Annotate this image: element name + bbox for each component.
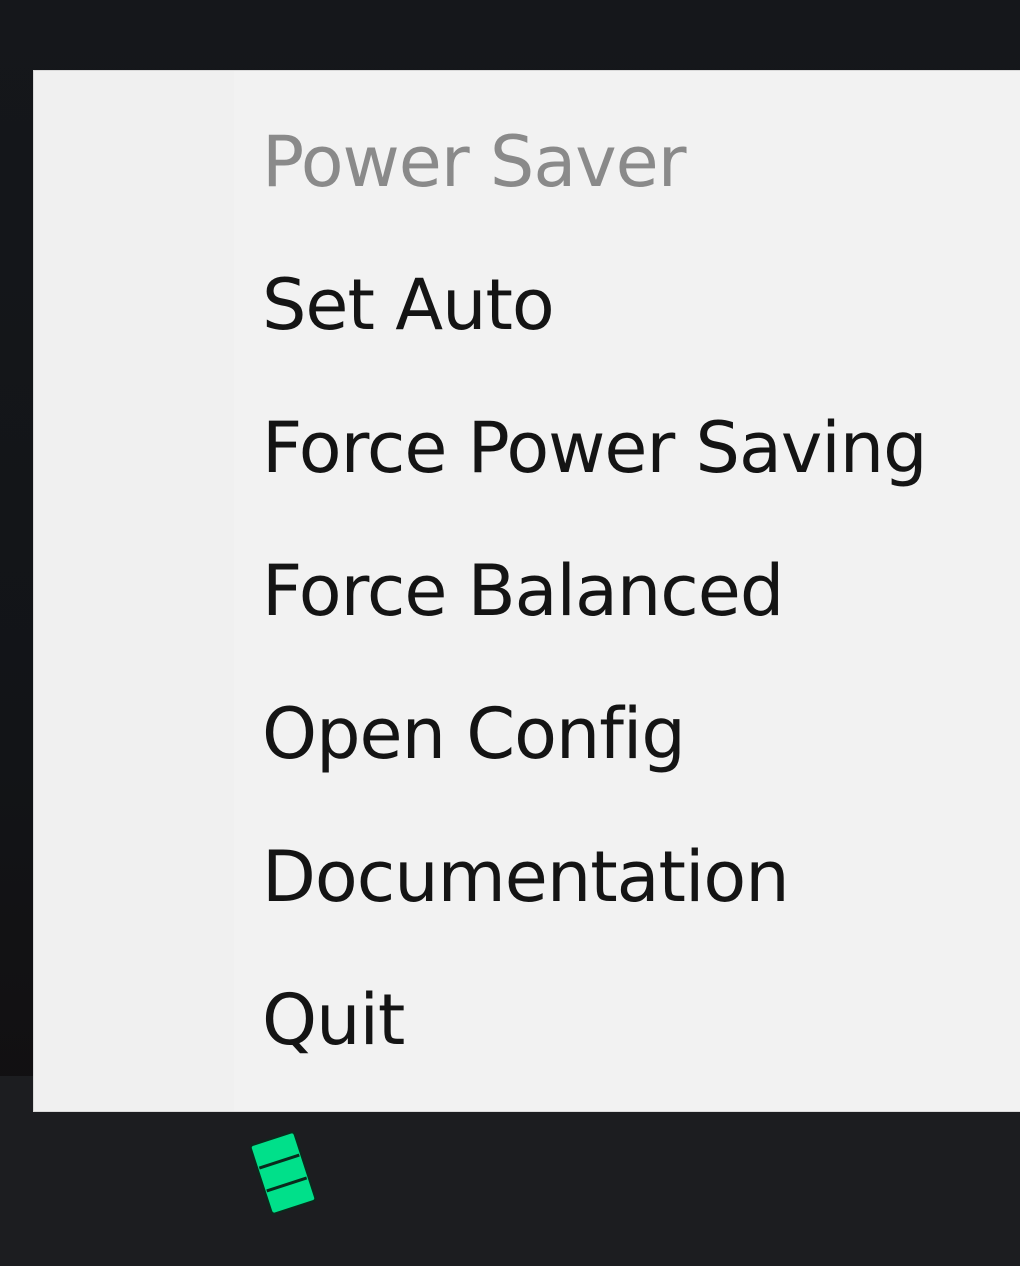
menu-item-force-power-saving[interactable]: Force Power Saving [262,393,1020,503]
menu-item-force-balanced[interactable]: Force Balanced [262,536,1020,646]
context-menu: Power Saver Set Auto Force Power Saving … [34,71,1020,1111]
desktop: Power Saver Set Auto Force Power Saving … [0,0,1020,1266]
menu-item-set-auto[interactable]: Set Auto [262,250,1020,360]
menu-icon-gutter [34,71,234,1111]
menu-header-power-saver: Power Saver [262,121,687,203]
menu-item-quit[interactable]: Quit [262,965,1020,1075]
menu-item-documentation[interactable]: Documentation [262,822,1020,932]
menu-item-open-config[interactable]: Open Config [262,679,1020,789]
